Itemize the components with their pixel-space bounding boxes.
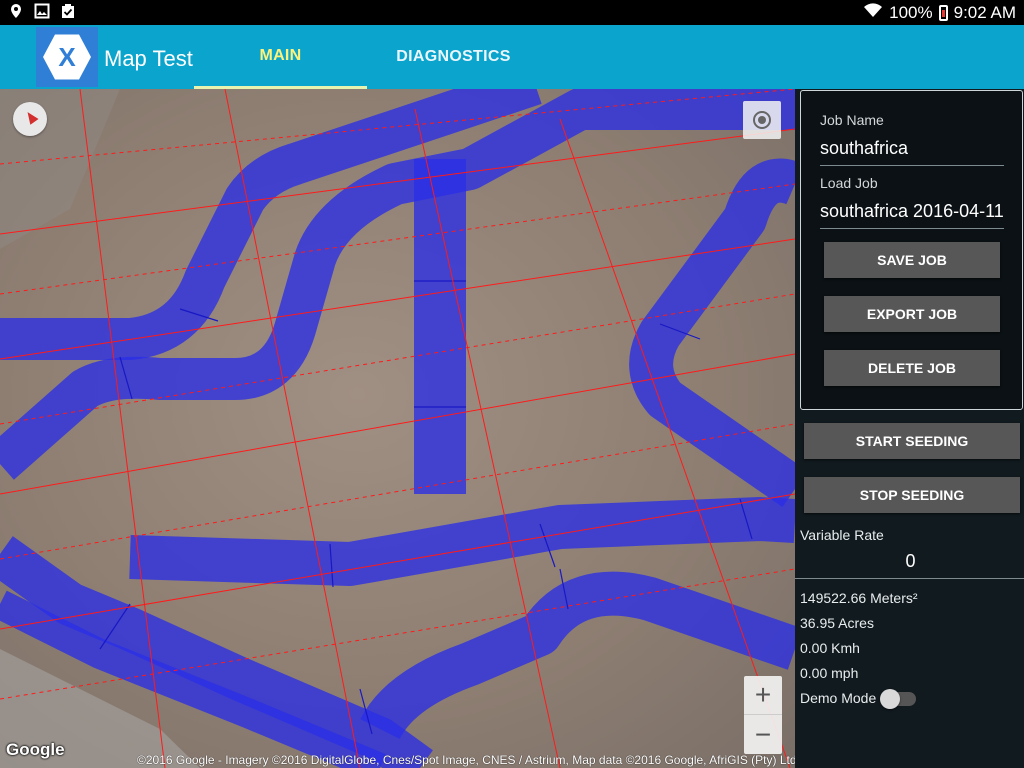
status-icons <box>8 3 76 19</box>
demo-mode-switch[interactable] <box>880 689 916 709</box>
status-bar: 100% 9:02 AM <box>0 0 1024 25</box>
clock: 9:02 AM <box>953 2 1016 22</box>
app-bar: X Map Test MAIN DIAGNOSTICS <box>0 25 1024 89</box>
status-info: 100% 9:02 AM <box>863 2 1016 23</box>
variable-rate-label: Variable Rate <box>800 527 884 543</box>
battery-percent: 100% <box>889 2 933 22</box>
google-logo: Google <box>6 740 65 759</box>
tab-diagnostics[interactable]: DIAGNOSTICS <box>367 25 540 89</box>
clipboard-check-icon <box>60 3 76 19</box>
app-logo: X <box>36 27 98 87</box>
image-icon <box>34 3 50 19</box>
satellite-map-canvas <box>0 89 795 768</box>
variable-rate-input[interactable]: 0 <box>795 551 1024 579</box>
area-meters: 149522.66 Meters² <box>800 590 918 606</box>
location-icon <box>8 3 24 19</box>
app-title: Map Test <box>104 46 193 71</box>
job-card: Job Name southafrica Load Job southafric… <box>800 90 1023 410</box>
area-acres: 36.95 Acres <box>800 615 874 631</box>
crosshair-icon <box>753 111 771 129</box>
zoom-in-button[interactable]: + <box>744 676 782 715</box>
map-view[interactable]: + − Google ©2016 Google - Imagery ©2016 … <box>0 89 795 768</box>
speed-kmh: 0.00 Kmh <box>800 640 860 656</box>
tab-main[interactable]: MAIN <box>194 25 367 89</box>
wifi-icon <box>863 2 883 23</box>
load-job-label: Load Job <box>820 175 878 191</box>
zoom-controls: + − <box>744 676 782 754</box>
stop-seeding-button[interactable]: STOP SEEDING <box>804 477 1020 513</box>
zoom-out-button[interactable]: − <box>744 715 782 754</box>
job-name-input[interactable]: southafrica <box>820 132 1004 166</box>
xamarin-logo-icon: X <box>43 34 91 80</box>
speed-mph: 0.00 mph <box>800 665 859 681</box>
export-job-button[interactable]: EXPORT JOB <box>824 296 1000 332</box>
my-location-button[interactable] <box>743 101 781 139</box>
battery-icon <box>938 4 948 21</box>
delete-job-button[interactable]: DELETE JOB <box>824 350 1000 386</box>
start-seeding-button[interactable]: START SEEDING <box>804 423 1020 459</box>
compass-icon[interactable] <box>13 102 47 136</box>
demo-mode-label: Demo Mode <box>800 690 877 706</box>
job-name-label: Job Name <box>820 112 884 128</box>
map-attribution: ©2016 Google - Imagery ©2016 DigitalGlob… <box>137 753 795 767</box>
control-panel: Job Name southafrica Load Job southafric… <box>795 89 1024 768</box>
save-job-button[interactable]: SAVE JOB <box>824 242 1000 278</box>
load-job-picker[interactable]: southafrica 2016-04-11 <box>820 195 1004 229</box>
